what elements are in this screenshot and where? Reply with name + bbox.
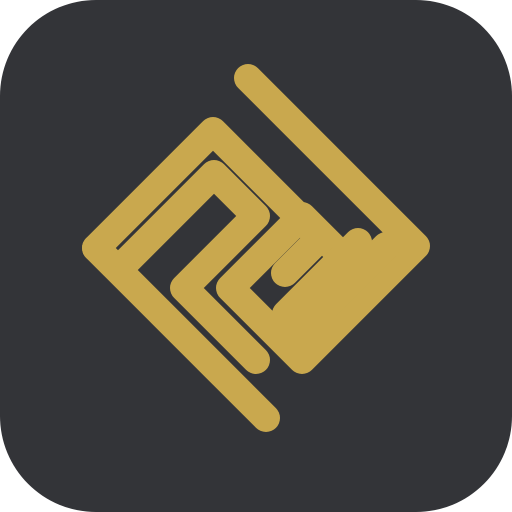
- app-icon[interactable]: [0, 0, 512, 512]
- app-icon-graphic: [0, 0, 512, 512]
